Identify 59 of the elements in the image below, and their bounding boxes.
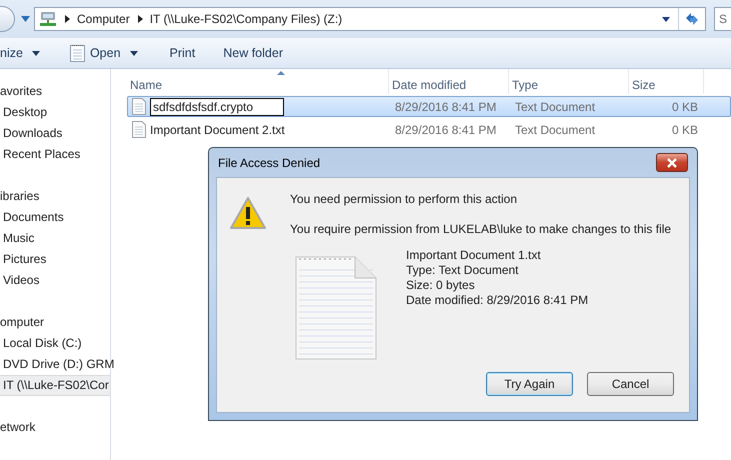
toolbar-button[interactable]: Open bbox=[70, 41, 138, 65]
file-row[interactable]: sdfsdfdsfsdf.crypto 8/29/2016 8:41 PM Text Document 0 KB bbox=[127, 96, 731, 117]
dropdown-caret-icon bbox=[32, 50, 40, 56]
close-icon bbox=[666, 158, 678, 168]
column-header[interactable]: Size bbox=[629, 69, 704, 94]
date-cell-text: 8/29/2016 8:41 PM bbox=[394, 122, 498, 136]
sort-arrow-icon bbox=[277, 71, 285, 75]
breadcrumb-arrow-icon[interactable] bbox=[138, 15, 143, 23]
warning-icon bbox=[229, 196, 267, 230]
file-name: Important Document 1.txt bbox=[406, 248, 542, 263]
sidebar-item[interactable]: Pictures bbox=[0, 249, 110, 270]
history-caret-icon[interactable] bbox=[21, 16, 30, 22]
text-file-icon bbox=[132, 121, 146, 138]
file-name: Important Document 2.txt bbox=[150, 122, 285, 136]
sidebar-heading[interactable]: etwork bbox=[0, 417, 110, 438]
document-icon bbox=[295, 256, 377, 360]
search-field[interactable]: S bbox=[714, 7, 731, 31]
network-drive-icon bbox=[39, 11, 57, 27]
dialog-button[interactable]: Try Again bbox=[486, 372, 573, 396]
column-header[interactable]: Type bbox=[509, 69, 629, 94]
sidebar-heading[interactable]: avorites bbox=[0, 81, 110, 102]
rename-field[interactable]: sdfsdfdsfsdf.crypto bbox=[150, 98, 284, 116]
notepad-icon bbox=[70, 44, 85, 62]
column-header[interactable]: Date modified bbox=[389, 69, 509, 94]
file-row[interactable]: Important Document 2.txt 8/29/2016 8:41 PM Text Document 0 KB bbox=[127, 119, 731, 140]
size-cell-text: 0 KB bbox=[670, 122, 699, 136]
sidebar-item[interactable]: Local Disk (C:) bbox=[0, 333, 110, 354]
file-type: Type: Text Document bbox=[406, 263, 520, 278]
refresh-icon bbox=[684, 12, 700, 26]
sidebar-item[interactable]: Music bbox=[0, 228, 110, 249]
address-field[interactable]: Computer IT (\\Luke-FS02\Company Files) (Z:) bbox=[34, 7, 706, 31]
sidebar-item[interactable]: Recent Places bbox=[0, 144, 110, 165]
dialog-heading: You need permission to perform this action bbox=[290, 192, 518, 206]
sidebar-item[interactable]: Desktop bbox=[0, 102, 110, 123]
dialog-message: You require permission from LUKELAB\luke to make changes to this file bbox=[290, 222, 672, 236]
sidebar-item[interactable]: Downloads bbox=[0, 123, 110, 144]
size-cell-text: 0 KB bbox=[670, 100, 699, 114]
sidebar-heading[interactable]: omputer bbox=[0, 312, 110, 333]
toolbar-button[interactable]: New folder bbox=[223, 41, 283, 65]
breadcrumb[interactable]: IT (\\Luke-FS02\Company Files) (Z:) bbox=[150, 12, 342, 26]
file-date: Date modified: 8/29/2016 8:41 PM bbox=[406, 293, 588, 308]
toolbar-button[interactable]: nize bbox=[0, 41, 40, 65]
toolbar-button[interactable]: Print bbox=[170, 41, 196, 65]
sidebar-item[interactable]: IT (\\Luke-FS02\Cor bbox=[0, 375, 110, 396]
breadcrumb-arrow-icon[interactable] bbox=[65, 15, 70, 23]
sidebar-item[interactable]: Videos bbox=[0, 270, 110, 291]
dialog-button[interactable]: Cancel bbox=[587, 372, 674, 396]
type-cell-text: Text Document bbox=[514, 122, 596, 136]
sidebar-heading[interactable]: ibraries bbox=[0, 186, 110, 207]
text-file-icon bbox=[132, 98, 146, 115]
dropdown-caret-icon[interactable] bbox=[662, 16, 670, 22]
type-cell-text: Text Document bbox=[514, 100, 596, 114]
close-button[interactable] bbox=[656, 153, 688, 172]
sidebar-item[interactable]: Documents bbox=[0, 207, 110, 228]
date-cell-text: 8/29/2016 8:41 PM bbox=[394, 100, 498, 114]
dialog-title: File Access Denied bbox=[217, 156, 320, 170]
dropdown-caret-icon bbox=[130, 50, 138, 56]
breadcrumb[interactable]: Computer bbox=[77, 12, 130, 26]
file-size: Size: 0 bytes bbox=[406, 278, 476, 293]
